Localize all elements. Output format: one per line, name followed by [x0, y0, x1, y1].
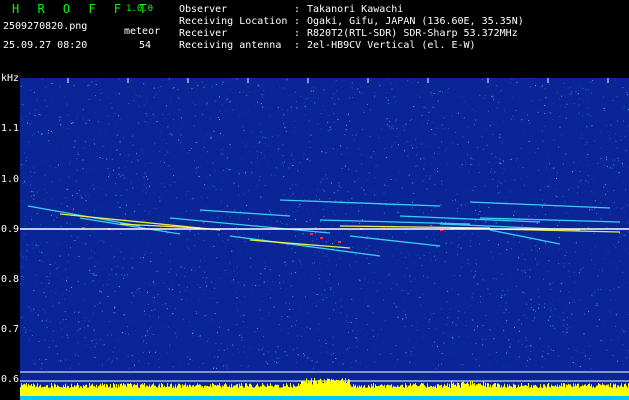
frequency-label: 1.0 [1, 174, 20, 185]
antenna-colon: : [294, 40, 301, 51]
meteor-count: 54 [139, 40, 152, 51]
spectrogram-plot [20, 78, 629, 400]
file-datetime: 25.09.27 08:20 [3, 40, 88, 51]
observer-label: Observer [179, 4, 228, 15]
app-version: 1.0.0 [126, 4, 154, 14]
antenna-value: 2el-HB9CV Vertical (el. E-W) [307, 40, 476, 51]
frequency-label: 0.9 [1, 224, 20, 235]
frequency-label: 0.8 [1, 274, 20, 285]
file-name: 2509270820.png [3, 21, 88, 32]
location-value: Ogaki, Gifu, JAPAN (136.60E, 35.35N) [307, 16, 524, 27]
observer-colon: : [294, 4, 301, 15]
frequency-label: 1.1 [1, 123, 20, 134]
location-label: Receiving Location [179, 16, 288, 27]
frequency-unit-label: kHz [1, 73, 20, 84]
frequency-label: 0.7 [1, 324, 20, 335]
receiver-label: Receiver [179, 28, 228, 39]
antenna-label: Receiving antenna [179, 40, 282, 51]
location-colon: : [294, 16, 301, 27]
receiver-colon: : [294, 28, 301, 39]
meteor-label: meteor [124, 26, 161, 37]
observer-value: Takanori Kawachi [307, 4, 404, 15]
frequency-label: 0.6 [1, 374, 20, 385]
receiver-value: R820T2(RTL-SDR) SDR-Sharp 53.372MHz [307, 28, 518, 39]
